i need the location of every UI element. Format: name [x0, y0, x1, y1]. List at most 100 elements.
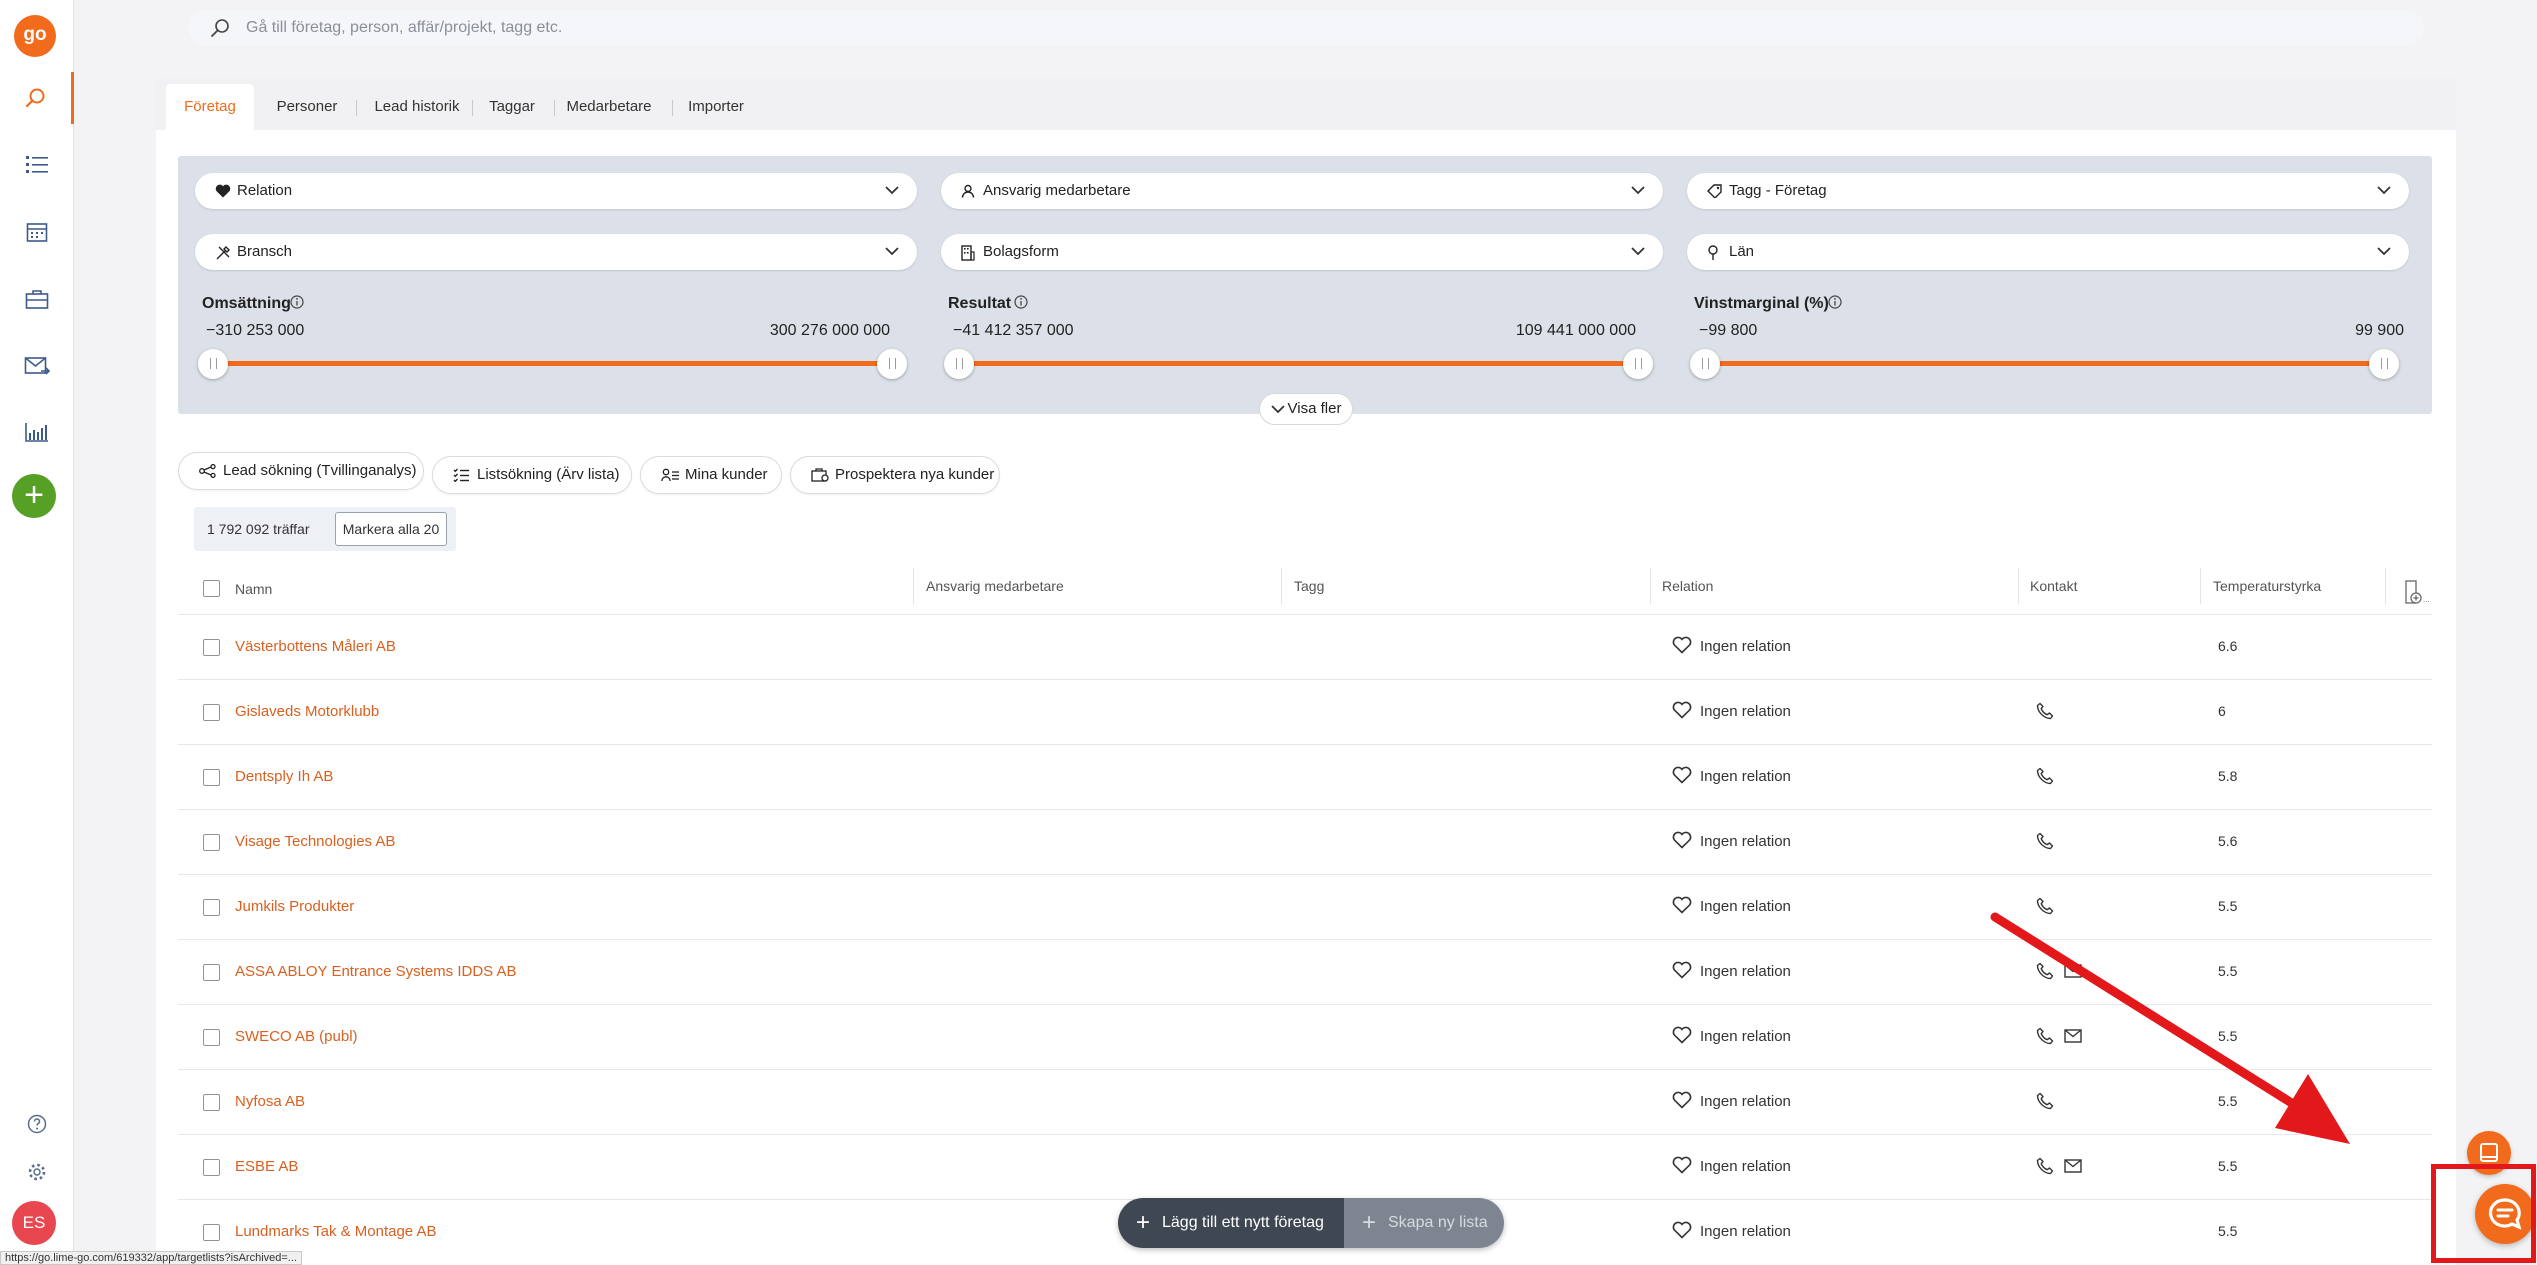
ansvarig-dropdown[interactable]: Ansvarig medarbetare [941, 173, 1663, 209]
heart-outline-icon[interactable] [1672, 831, 1692, 849]
vinstmarginal-max-handle[interactable] [2369, 349, 2399, 379]
company-name-link[interactable]: Dentsply Ih AB [235, 768, 333, 785]
omsattning-max-handle[interactable] [877, 349, 907, 379]
row-checkbox[interactable] [203, 834, 220, 851]
company-name-link[interactable]: ASSA ABLOY Entrance Systems IDDS AB [235, 963, 517, 980]
select-all-checkbox[interactable] [203, 580, 220, 597]
column-header-kontakt[interactable]: Kontakt [2030, 578, 2077, 594]
row-checkbox[interactable] [203, 704, 220, 721]
row-checkbox[interactable] [203, 1029, 220, 1046]
table-row[interactable]: Dentsply Ih AB Ingen relation 5.8 [178, 744, 2432, 809]
show-more-label: Visa fler [1287, 400, 1342, 417]
sidebar-item-deals[interactable] [0, 273, 74, 325]
row-checkbox[interactable] [203, 769, 220, 786]
table-row[interactable]: Västerbottens Måleri AB Ingen relation 6.6 [178, 614, 2432, 679]
info-icon[interactable] [1014, 295, 1028, 309]
vinstmarginal-slider-track[interactable] [1708, 361, 2388, 366]
column-separator[interactable] [1281, 568, 1282, 604]
resultat-slider-track[interactable] [962, 361, 1642, 366]
prospect-button[interactable]: Prospektera nya kunder [790, 456, 1000, 494]
row-checkbox[interactable] [203, 1224, 220, 1241]
omsattning-slider-track[interactable] [216, 361, 896, 366]
row-checkbox[interactable] [203, 964, 220, 981]
omsattning-min-handle[interactable] [198, 349, 228, 379]
heart-outline-icon[interactable] [1672, 1221, 1692, 1239]
phone-icon[interactable] [2036, 702, 2054, 720]
mail-icon[interactable] [2064, 1159, 2082, 1173]
tab-medarbetare[interactable]: Medarbetare [560, 84, 658, 130]
help-button[interactable] [0, 1098, 74, 1150]
tagg-dropdown[interactable]: Tagg - Företag [1687, 173, 2409, 209]
add-button[interactable]: + [12, 474, 56, 518]
column-separator[interactable] [2385, 568, 2386, 604]
company-name-link[interactable]: SWECO AB (publ) [235, 1028, 358, 1045]
column-settings-icon[interactable]: ... [2404, 580, 2432, 606]
lead-search-button[interactable]: Lead sökning (Tvillinganalys) [178, 452, 424, 490]
company-name-link[interactable]: ESBE AB [235, 1158, 298, 1175]
app-logo[interactable]: go [14, 15, 56, 57]
vinstmarginal-min-handle[interactable] [1690, 349, 1720, 379]
row-checkbox[interactable] [203, 1094, 220, 1111]
search-input[interactable] [246, 10, 2396, 46]
list-search-button[interactable]: Listsökning (Ärv lista) [432, 456, 632, 494]
heart-outline-icon[interactable] [1672, 1026, 1692, 1044]
tab-importer[interactable]: Importer [678, 84, 754, 130]
resultat-max-handle[interactable] [1623, 349, 1653, 379]
company-name-link[interactable]: Nyfosa AB [235, 1093, 305, 1110]
company-name-link[interactable]: Jumkils Produkter [235, 898, 354, 915]
column-header-tagg[interactable]: Tagg [1294, 578, 1324, 594]
sidebar-item-reports[interactable] [0, 406, 74, 458]
relation-dropdown[interactable]: Relation [195, 173, 917, 209]
company-name-link[interactable]: Visage Technologies AB [235, 833, 395, 850]
my-customers-button[interactable]: Mina kunder [640, 456, 782, 494]
phone-icon[interactable] [2036, 1157, 2054, 1175]
tab-foretag[interactable]: Företag [166, 84, 254, 130]
table-row[interactable]: Gislaveds Motorklubb Ingen relation 6 [178, 679, 2432, 744]
lan-dropdown[interactable]: Län [1687, 234, 2409, 270]
user-avatar[interactable]: ES [12, 1201, 56, 1245]
phone-icon[interactable] [2036, 832, 2054, 850]
show-more-button[interactable]: Visa fler [1259, 393, 1353, 425]
column-header-namn[interactable]: Namn [235, 581, 272, 597]
company-name-link[interactable]: Gislaveds Motorklubb [235, 703, 379, 720]
company-name-link[interactable]: Västerbottens Måleri AB [235, 638, 396, 655]
column-separator[interactable] [2018, 568, 2019, 604]
sidebar-item-calendar[interactable] [0, 206, 74, 258]
add-company-button[interactable]: + Lägg till ett nytt företag [1118, 1198, 1344, 1248]
bransch-dropdown[interactable]: Bransch [195, 234, 917, 270]
row-checkbox[interactable] [203, 899, 220, 916]
tab-personer[interactable]: Personer [266, 84, 348, 130]
heart-outline-icon[interactable] [1672, 1156, 1692, 1174]
column-separator[interactable] [1650, 568, 1651, 604]
phone-icon[interactable] [2036, 767, 2054, 785]
resultat-min-handle[interactable] [944, 349, 974, 379]
sidebar-item-mail[interactable] [0, 340, 74, 392]
row-checkbox[interactable] [203, 639, 220, 656]
bolagsform-dropdown[interactable]: Bolagsform [941, 234, 1663, 270]
heart-outline-icon[interactable] [1672, 1091, 1692, 1109]
column-header-relation[interactable]: Relation [1662, 578, 1713, 594]
sidebar-item-lists[interactable] [0, 139, 74, 191]
column-separator[interactable] [913, 568, 914, 604]
sidebar-item-search[interactable] [0, 72, 74, 124]
chevron-down-icon [2377, 247, 2391, 256]
info-icon[interactable] [290, 295, 304, 309]
heart-outline-icon[interactable] [1672, 896, 1692, 914]
column-separator[interactable] [2200, 568, 2201, 604]
company-name-link[interactable]: Lundmarks Tak & Montage AB [235, 1223, 437, 1240]
column-header-temperaturstyrka[interactable]: Temperaturstyrka [2213, 578, 2321, 594]
row-checkbox[interactable] [203, 1159, 220, 1176]
mark-all-button[interactable]: Markera alla 20 [335, 512, 447, 546]
column-header-ansvarig[interactable]: Ansvarig medarbetare [926, 578, 1064, 594]
table-row[interactable]: Visage Technologies AB Ingen relation 5.6 [178, 809, 2432, 874]
info-icon[interactable] [1828, 295, 1842, 309]
heart-outline-icon[interactable] [1672, 701, 1692, 719]
settings-button[interactable] [0, 1146, 74, 1198]
tab-lead-historik[interactable]: Lead historik [364, 84, 470, 130]
create-list-button[interactable]: + Skapa ny lista [1344, 1198, 1504, 1248]
tab-taggar[interactable]: Taggar [476, 84, 548, 130]
heart-outline-icon[interactable] [1672, 636, 1692, 654]
heart-outline-icon[interactable] [1672, 961, 1692, 979]
omsattning-label: Omsättning [202, 295, 291, 312]
heart-outline-icon[interactable] [1672, 766, 1692, 784]
